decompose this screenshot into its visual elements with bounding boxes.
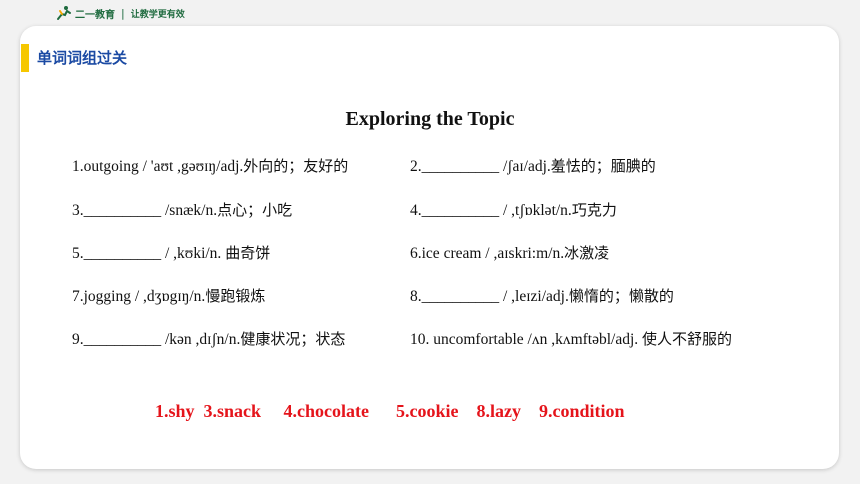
- vocab-english: 7.jogging / ,dʒɒgɪŋ/n.: [72, 288, 206, 305]
- vocab-entry-10: 10. uncomfortable /ʌn ,kʌmftəbl/adj. 使人不…: [410, 327, 732, 351]
- vocab-chinese: 健康状况；状态: [240, 330, 346, 348]
- brand-logo: 二一教育: [55, 5, 115, 21]
- vocab-chinese: 懒惰的；懒散的: [568, 287, 674, 305]
- vocab-english: 3.__________ /snæk/n.: [72, 202, 218, 219]
- vocab-english: 2.__________ /ʃaɪ/adj.: [410, 158, 551, 175]
- vocab-chinese: 外向的；友好的: [243, 157, 349, 175]
- vocab-entry-3: 3.__________ /snæk/n.点心；小吃: [72, 198, 292, 222]
- vocab-entry-9: 9.__________ /kən ,dɪʃn/n.健康状况；状态: [72, 327, 345, 351]
- runner-logo-icon: [57, 6, 71, 20]
- vocab-entry-5: 5.__________ / ,kʊki/n. 曲奇饼: [72, 241, 270, 265]
- section-title: 单词词组过关: [37, 49, 128, 67]
- header-slogan: 让教学更有效: [130, 9, 185, 20]
- vocab-chinese: 点心；小吃: [217, 201, 293, 219]
- vocab-english: 4.__________ / ,tʃɒklət/n.: [410, 202, 572, 219]
- answer-key: 1.shy 3.snack 4.chocolate 5.cookie 8.laz…: [155, 401, 625, 421]
- header-separator: |: [121, 6, 125, 20]
- vocab-english: 9.__________ /kən ,dɪʃn/n.: [72, 331, 241, 348]
- vocab-english: 1.outgoing / 'aʊt ,gəʊɪŋ/adj.: [72, 158, 244, 175]
- section-accent-bar: [21, 44, 29, 72]
- vocab-english: 6.ice cream / ,aɪskri:m/n.: [410, 245, 565, 262]
- logo-text: 二一教育: [75, 9, 115, 21]
- vocab-entry-7: 7.jogging / ,dʒɒgɪŋ/n.慢跑锻炼: [72, 284, 265, 308]
- vocab-chinese: 慢跑锻炼: [205, 287, 266, 305]
- vocab-english: 5.__________ / ,kʊki/n.: [72, 245, 226, 262]
- vocab-entry-1: 1.outgoing / 'aʊt ,gəʊɪŋ/adj.外向的；友好的: [72, 154, 348, 178]
- vocab-english: 8.__________ / ,leɪzi/adj.: [410, 288, 569, 305]
- vocab-chinese: 羞怯的；腼腆的: [550, 157, 656, 175]
- page-title: Exploring the Topic: [345, 108, 515, 130]
- vocab-chinese: 冰激凌: [564, 244, 610, 262]
- vocab-chinese: 巧克力: [571, 201, 617, 219]
- vocab-entry-8: 8.__________ / ,leɪzi/adj.懒惰的；懒散的: [410, 284, 674, 308]
- vocab-entry-2: 2.__________ /ʃaɪ/adj.羞怯的；腼腆的: [410, 154, 656, 178]
- vocab-entry-6: 6.ice cream / ,aɪskri:m/n.冰激凌: [410, 241, 609, 265]
- top-brand-bar: 二一教育 | 让教学更有效: [55, 3, 185, 23]
- vocab-english: 10. uncomfortable /ʌn ,kʌmftəbl/adj.: [410, 331, 643, 348]
- vocab-chinese: 使人不舒服的: [642, 330, 733, 348]
- vocab-chinese: 曲奇饼: [225, 244, 271, 262]
- vocab-entry-4: 4.__________ / ,tʃɒklət/n.巧克力: [410, 198, 617, 222]
